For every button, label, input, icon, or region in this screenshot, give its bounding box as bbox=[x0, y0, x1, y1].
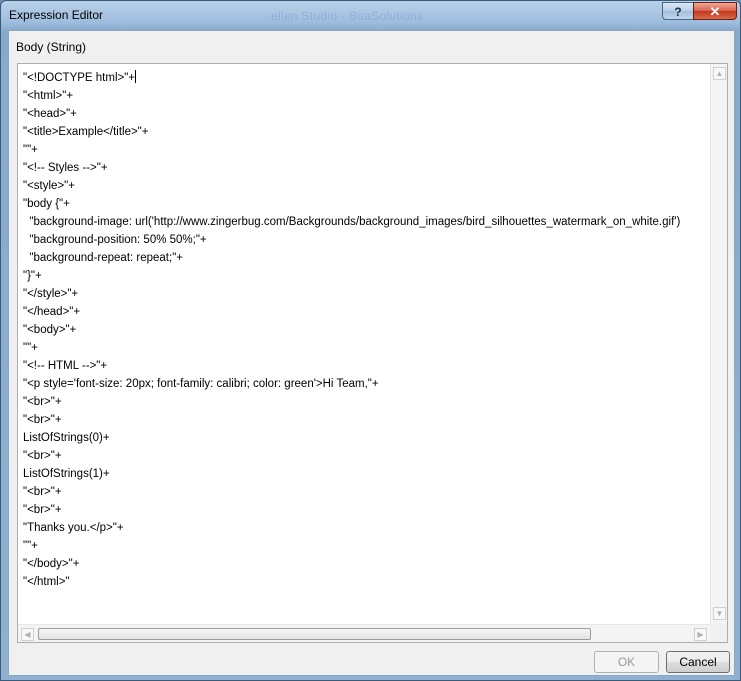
code-line: "<br>"+ bbox=[23, 450, 62, 462]
code-line: ListOfStrings(1)+ bbox=[23, 468, 110, 480]
code-line: "<br>"+ bbox=[23, 486, 62, 498]
code-line: ""+ bbox=[23, 540, 38, 552]
code-line: "<style>"+ bbox=[23, 180, 75, 192]
code-line: "body {"+ bbox=[23, 198, 70, 210]
expression-editor-dialog: Expression Editor ellen Studio - BuaSolu… bbox=[0, 0, 741, 681]
vertical-scrollbar[interactable]: ▲ ▼ bbox=[710, 64, 727, 624]
code-line: "<br>"+ bbox=[23, 396, 62, 408]
scrollbar-corner bbox=[710, 624, 727, 642]
horizontal-scrollbar[interactable]: ◀ ▶ bbox=[18, 624, 710, 642]
close-button[interactable]: ✕ bbox=[693, 2, 737, 20]
code-line: "<br>"+ bbox=[23, 504, 62, 516]
code-line: "background-image: url('http://www.zinge… bbox=[23, 216, 681, 228]
scroll-down-arrow-icon[interactable]: ▼ bbox=[713, 607, 726, 620]
help-button[interactable]: ? bbox=[662, 2, 694, 20]
expression-label: Body (String) bbox=[16, 40, 87, 54]
code-line: "background-repeat: repeat;"+ bbox=[23, 252, 184, 264]
ok-button[interactable]: OK bbox=[594, 651, 659, 673]
dialog-body: Body (String) "<!DOCTYPE html>"+ "<html>"… bbox=[8, 30, 735, 676]
code-line: ListOfStrings(0)+ bbox=[23, 432, 110, 444]
cancel-button[interactable]: Cancel bbox=[666, 651, 730, 673]
code-line: "<body>"+ bbox=[23, 324, 77, 336]
horizontal-scroll-thumb[interactable] bbox=[38, 628, 591, 640]
code-line: "<head>"+ bbox=[23, 108, 77, 120]
scroll-right-arrow-icon[interactable]: ▶ bbox=[694, 628, 707, 641]
code-line: "<html>"+ bbox=[23, 90, 74, 102]
text-caret bbox=[135, 70, 137, 83]
scroll-up-arrow-icon[interactable]: ▲ bbox=[713, 67, 726, 80]
code-line: "background-position: 50% 50%;"+ bbox=[23, 234, 207, 246]
scroll-left-arrow-icon[interactable]: ◀ bbox=[21, 628, 34, 641]
window-title: Expression Editor bbox=[9, 8, 104, 22]
code-line: "<title>Example</title>"+ bbox=[23, 126, 149, 138]
code-line: ""+ bbox=[23, 342, 38, 354]
code-line: "}"+ bbox=[23, 270, 42, 282]
code-line: ""+ bbox=[23, 144, 38, 156]
code-line: "Thanks you.</p>"+ bbox=[23, 522, 124, 534]
title-bar[interactable]: Expression Editor ellen Studio - BuaSolu… bbox=[1, 1, 740, 31]
code-line: "</style>"+ bbox=[23, 288, 79, 300]
code-line: "<!DOCTYPE html>"+ bbox=[23, 70, 137, 84]
code-line: "</body>"+ bbox=[23, 558, 80, 570]
code-line: "<!-- HTML -->"+ bbox=[23, 360, 108, 372]
code-line: "<br>"+ bbox=[23, 414, 62, 426]
code-line: "<p style='font-size: 20px; font-family:… bbox=[23, 378, 379, 390]
expression-textbox[interactable]: "<!DOCTYPE html>"+ "<html>"+ "<head>"+ "<ti… bbox=[17, 63, 728, 643]
code-line: "<!-- Styles -->"+ bbox=[23, 162, 108, 174]
code-line: "</html>" bbox=[23, 576, 70, 588]
background-window-title: ellen Studio - BuaSolutions bbox=[271, 9, 424, 23]
code-line: "</head>"+ bbox=[23, 306, 81, 318]
code-text-area[interactable]: "<!DOCTYPE html>"+ "<html>"+ "<head>"+ "<ti… bbox=[18, 64, 709, 624]
